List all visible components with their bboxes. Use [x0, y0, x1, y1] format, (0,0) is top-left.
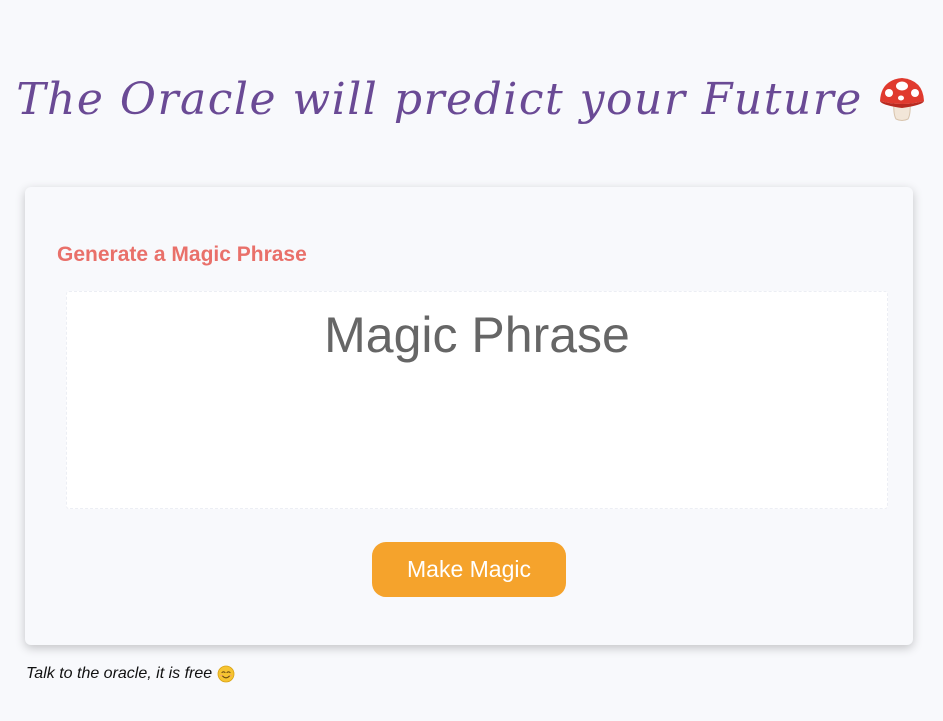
- title-bar: The Oracle will predict your Future: [0, 64, 943, 134]
- page-title: The Oracle will predict your Future: [16, 73, 863, 125]
- footer: Talk to the oracle, it is free: [26, 665, 235, 683]
- smile-icon: [217, 665, 235, 683]
- page: The Oracle will predict your Future Gene…: [0, 0, 943, 721]
- magic-phrase-text: Magic Phrase: [324, 307, 630, 363]
- make-magic-button[interactable]: Make Magic: [372, 542, 566, 597]
- footer-text: Talk to the oracle, it is free: [26, 665, 213, 682]
- mushroom-icon: [877, 74, 927, 124]
- card-heading: Generate a Magic Phrase: [57, 243, 307, 266]
- oracle-card: Generate a Magic Phrase Magic Phrase Mak…: [25, 187, 913, 645]
- magic-phrase-display: Magic Phrase: [66, 291, 888, 509]
